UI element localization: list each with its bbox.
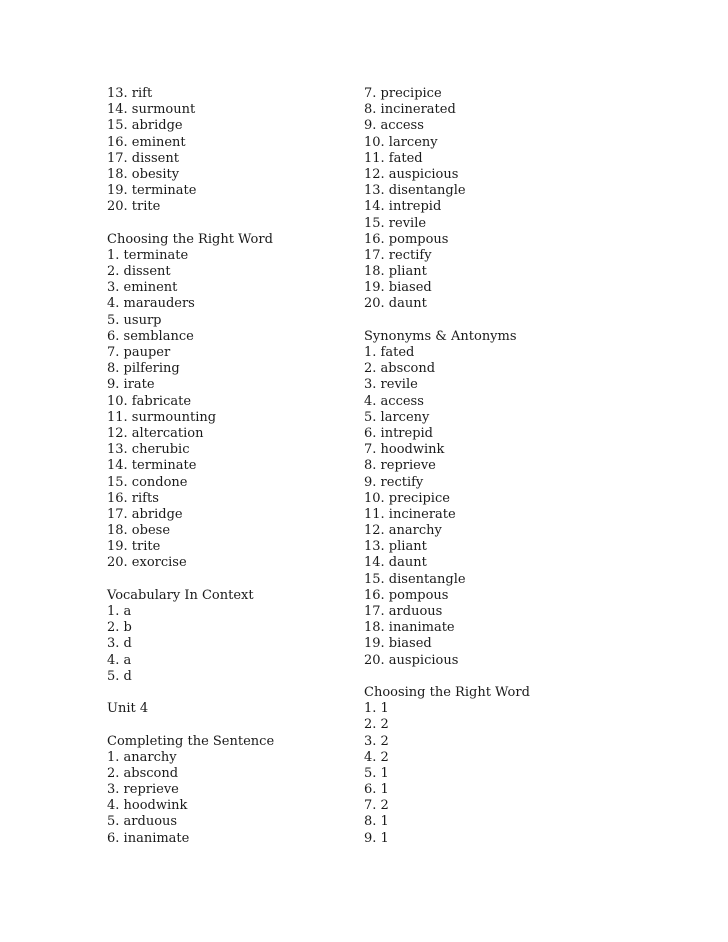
left-column: 13. rift 14. surmount 15. abridge 16. emine… <box>107 86 347 847</box>
section-synonyms-and-antonyms: Synonyms & Antonyms 1. fated 2. abscond 3. … <box>364 329 624 669</box>
section-choosing-the-right-word: Choosing the Right Word 1. 1 2. 2 3. 2 4. 25… <box>364 685 624 847</box>
answer-item: 13. disentangle <box>364 183 466 199</box>
answer-item: 12. anarchy <box>364 523 442 539</box>
section-vocabulary-in-context: Vocabulary In Context 1. a 2. b 3. d 4. a 5. … <box>107 588 347 685</box>
section-unit-4: Unit 4 <box>107 701 347 717</box>
answer-item: 11. surmounting <box>107 409 217 425</box>
answer-item: 11. fated <box>364 150 423 166</box>
answer-item: 5. arduous <box>107 814 178 830</box>
answer-item: 1. a <box>107 604 132 619</box>
answer-item: 9. rectify <box>364 474 424 490</box>
answer-item: 4. 2 <box>364 749 389 765</box>
answer-item: 1. 1 <box>364 701 389 717</box>
answer-item: 6. intrepid <box>364 425 433 441</box>
answer-item: 9. access <box>364 118 424 134</box>
answer-item: 2. abscond <box>364 361 436 377</box>
answer-item: 5. larceny <box>364 409 430 425</box>
answer-item: 3. d <box>107 636 132 652</box>
answer-item: 18. inanimate <box>364 620 455 636</box>
answer-item: 7. pauper <box>107 345 171 360</box>
section-heading: Synonyms & Antonyms <box>364 328 517 344</box>
answer-item: 14. intrepid <box>364 199 442 215</box>
answer-item: 3. reprieve <box>107 782 179 798</box>
answer-item: 2. abscond <box>107 765 179 781</box>
answer-item: 13. pliant <box>364 539 427 555</box>
section-heading: Choosing the Right Word <box>107 231 273 247</box>
answer-item: 7. hoodwink <box>364 442 445 458</box>
answer-item: 3. 2 <box>364 733 389 749</box>
answer-item: 19. terminate <box>107 183 197 199</box>
answer-item: 10. fabricate <box>107 393 192 409</box>
answer-item: 19. biased <box>364 636 432 652</box>
answer-item: 2. 2 <box>364 717 389 733</box>
answer-item: 14. surmount <box>107 102 196 118</box>
answer-item: 14. terminate <box>107 458 197 474</box>
answer-item: 9. 1 <box>364 830 389 846</box>
answer-item: 18. pliant <box>364 264 427 280</box>
answer-item: 14. daunt <box>364 555 427 571</box>
answer-item: 16. rifts <box>107 490 159 506</box>
answer-item: 4. a <box>107 652 132 668</box>
answer-item: 8. incinerated <box>364 102 456 118</box>
answer-item: 5. d <box>107 668 132 684</box>
section-continued-list: 7. precipice 8. incinerated 9. access 10. l… <box>364 86 624 313</box>
answer-item: 6. inanimate <box>107 830 190 846</box>
section-choosing-the-right-word: Choosing the Right Word 1. terminate 2. di… <box>107 232 347 572</box>
answer-item: 19. biased <box>364 280 432 296</box>
answer-item: 15. disentangle <box>364 571 466 587</box>
answer-item: 4. hoodwink <box>107 798 188 814</box>
answer-item: 15. abridge <box>107 118 183 134</box>
answer-item: 10. larceny <box>364 134 438 150</box>
section-heading: Completing the Sentence <box>107 733 275 749</box>
section-heading: Vocabulary In Context <box>107 587 254 603</box>
section-continued-list: 13. rift 14. surmount 15. abridge 16. emine… <box>107 86 347 216</box>
answer-item: 4. access <box>364 393 424 409</box>
answer-item: 7. 2 <box>364 798 389 814</box>
section-completing-the-sentence: Completing the Sentence 1. anarchy 2. absc… <box>107 734 347 847</box>
answer-item: 7. precipice <box>364 86 442 101</box>
answer-item: 13. cherubic <box>107 442 190 458</box>
answer-item: 2. dissent <box>107 264 171 280</box>
section-heading: Unit 4 <box>107 701 149 717</box>
answer-item: 18. obesity <box>107 166 180 182</box>
answer-item: 8. 1 <box>364 814 389 830</box>
answer-item: 5. 1 <box>364 765 389 781</box>
answer-item: 17. arduous <box>364 604 443 619</box>
answer-item: 8. reprieve <box>364 458 436 474</box>
section-heading: Choosing the Right Word <box>364 684 530 700</box>
answer-item: 17. dissent <box>107 150 179 166</box>
answer-item: 10. precipice <box>364 490 450 506</box>
answer-item: 5. usurp <box>107 312 162 328</box>
answer-item: 16. pompous <box>364 587 449 603</box>
answer-item: 19. trite <box>107 539 161 555</box>
answer-item: 16. pompous <box>364 231 449 247</box>
answer-item: 1. fated <box>364 345 415 360</box>
answer-item: 3. eminent <box>107 280 178 296</box>
answer-item: 15. revile <box>364 215 427 231</box>
answer-item: 20. trite <box>107 199 161 215</box>
answer-item: 20. daunt <box>364 296 427 312</box>
answer-item: 16. eminent <box>107 134 186 150</box>
answer-item: 8. pilfering <box>107 361 180 377</box>
answer-item: 13. rift <box>107 86 153 101</box>
answer-item: 1. terminate <box>107 247 189 263</box>
answer-item: 17. abridge <box>107 506 183 522</box>
answer-item: 20. auspicious <box>364 652 459 668</box>
answer-item: 18. obese <box>107 523 171 539</box>
right-column: 7. precipice 8. incinerated 9. access 10. l… <box>364 86 624 847</box>
answer-item: 11. incinerate <box>364 506 456 522</box>
answer-item: 20. exorcise <box>107 555 187 571</box>
answer-item: 9. irate <box>107 377 155 393</box>
answer-item: 6. 1 <box>364 782 389 798</box>
answer-item: 6. semblance <box>107 328 194 344</box>
answer-item: 12. auspicious <box>364 166 459 182</box>
answer-item: 12. altercation <box>107 425 204 441</box>
answer-item: 4. marauders <box>107 296 195 312</box>
answer-item: 3. revile <box>364 377 418 393</box>
answer-item: 15. condone <box>107 474 188 490</box>
answer-item: 17. rectify <box>364 247 432 263</box>
answer-item: 2. b <box>107 620 132 636</box>
answer-item: 1. anarchy <box>107 749 177 765</box>
